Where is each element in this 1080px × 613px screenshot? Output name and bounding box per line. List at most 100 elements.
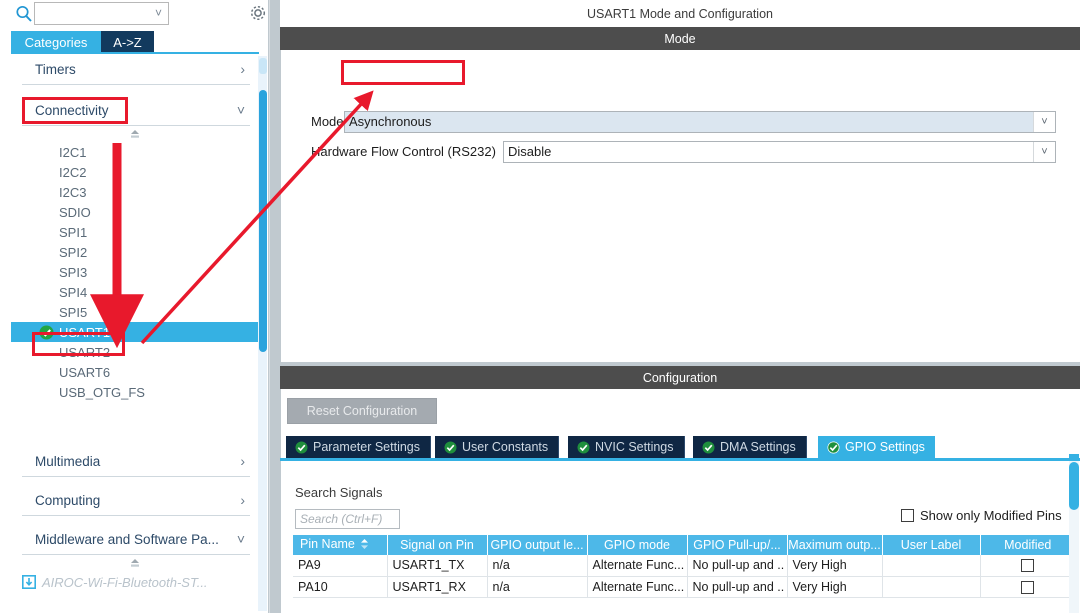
chevron-right-icon[interactable]: › xyxy=(240,453,245,469)
mode-section-body: Mode Asynchronous ˅ Hardware Flow Contro… xyxy=(280,50,1080,362)
peripheral-usart6[interactable]: USART6 xyxy=(11,362,259,382)
left-scrollbar-thumb[interactable] xyxy=(259,90,267,352)
table-row[interactable]: PA9 USART1_TX n/a Alternate Func... No p… xyxy=(293,555,1075,576)
tab-parameter-settings[interactable]: Parameter Settings xyxy=(286,436,431,458)
peripheral-label: SPI3 xyxy=(59,265,87,280)
cell-pin-name: PA9 xyxy=(293,555,387,576)
tab-nvic-settings[interactable]: NVIC Settings xyxy=(568,436,685,458)
tab-dma-settings[interactable]: DMA Settings xyxy=(693,436,807,458)
peripheral-label: I2C1 xyxy=(59,145,86,160)
chevron-down-icon[interactable]: ˅ xyxy=(1033,142,1055,162)
vertical-splitter[interactable] xyxy=(268,0,280,613)
tab-categories[interactable]: Categories xyxy=(11,31,101,53)
chevron-right-icon[interactable]: › xyxy=(240,61,245,77)
divider xyxy=(22,476,250,477)
pack-install-icon xyxy=(22,575,36,589)
column-header-gpio-pull-up[interactable]: GPIO Pull-up/... xyxy=(687,535,787,555)
peripheral-spi1[interactable]: SPI1 xyxy=(11,222,259,242)
peripheral-search-row: ˅ xyxy=(0,0,268,30)
cubemx-pinout-configuration-screen: ˅ Categories A->Z Timers xyxy=(0,0,1080,613)
mode-and-configuration-panel: USART1 Mode and Configuration Mode Mode … xyxy=(280,0,1080,613)
tab-gpio-settings[interactable]: GPIO Settings xyxy=(818,436,935,458)
column-header-gpio-mode[interactable]: GPIO mode xyxy=(587,535,687,555)
reset-configuration-button[interactable]: Reset Configuration xyxy=(287,398,437,424)
tab-nvic-settings-label: NVIC Settings xyxy=(595,440,674,454)
peripheral-label: SPI4 xyxy=(59,285,87,300)
gpio-scrollbar-thumb[interactable] xyxy=(1069,462,1079,510)
peripheral-usb-otg-fs[interactable]: USB_OTG_FS xyxy=(11,382,259,402)
sidebar-group-middleware[interactable]: Middleware and Software Pa... ˅ xyxy=(11,524,259,554)
sidebar-group-computing[interactable]: Computing › xyxy=(11,485,259,515)
sidebar-group-multimedia[interactable]: Multimedia › xyxy=(11,446,259,476)
cell-gpio-output-level[interactable]: n/a xyxy=(487,555,587,576)
cell-modified[interactable] xyxy=(980,555,1075,576)
search-signals-input[interactable]: Search (Ctrl+F) xyxy=(295,509,400,529)
peripheral-i2c2[interactable]: I2C2 xyxy=(11,162,259,182)
scroll-up-nub-2[interactable] xyxy=(11,555,259,571)
peripheral-sdio[interactable]: SDIO xyxy=(11,202,259,222)
peripheral-i2c3[interactable]: I2C3 xyxy=(11,182,259,202)
cell-maximum-output[interactable]: Very High xyxy=(787,576,882,597)
chevron-down-icon[interactable]: ˅ xyxy=(237,102,245,118)
chevron-down-icon[interactable]: ˅ xyxy=(155,7,162,19)
column-header-signal-on-pin[interactable]: Signal on Pin xyxy=(387,535,487,555)
column-header-gpio-output-level[interactable]: GPIO output le... xyxy=(487,535,587,555)
cell-user-label[interactable] xyxy=(882,576,980,597)
peripheral-spi4[interactable]: SPI4 xyxy=(11,282,259,302)
check-circle-icon xyxy=(577,441,590,454)
gear-icon[interactable] xyxy=(248,3,268,23)
mode-dropdown[interactable]: Asynchronous ˅ xyxy=(344,111,1056,133)
chevron-down-icon[interactable]: ˅ xyxy=(237,531,245,547)
chevron-down-icon[interactable]: ˅ xyxy=(1033,112,1055,132)
table-row[interactable]: PA10 USART1_RX n/a Alternate Func... No … xyxy=(293,576,1075,597)
cell-gpio-mode[interactable]: Alternate Func... xyxy=(587,576,687,597)
mode-dropdown-value: Asynchronous xyxy=(349,114,431,129)
mode-field-label: Mode xyxy=(311,114,344,129)
sidebar-group-multimedia-label: Multimedia xyxy=(35,454,100,469)
cell-user-label[interactable] xyxy=(882,555,980,576)
peripheral-search-input[interactable]: ˅ xyxy=(34,2,169,25)
cell-gpio-pull-up[interactable]: No pull-up and .. xyxy=(687,576,787,597)
usart1-highlight-box xyxy=(32,332,125,356)
check-circle-icon xyxy=(827,441,840,454)
search-signals-label: Search Signals xyxy=(295,485,382,500)
peripheral-spi5[interactable]: SPI5 xyxy=(11,302,259,322)
column-header-maximum-output[interactable]: Maximum outp... xyxy=(787,535,882,555)
search-signals-placeholder: Search (Ctrl+F) xyxy=(300,512,382,526)
peripheral-spi3[interactable]: SPI3 xyxy=(11,262,259,282)
mode-value-highlight-box xyxy=(341,60,465,85)
cell-gpio-pull-up[interactable]: No pull-up and .. xyxy=(687,555,787,576)
software-pack-airoc[interactable]: AIROC-Wi-Fi-Bluetooth-ST... xyxy=(11,571,259,593)
cell-maximum-output[interactable]: Very High xyxy=(787,555,882,576)
column-header-pin-name[interactable]: Pin Name xyxy=(293,535,387,555)
peripheral-i2c1[interactable]: I2C1 xyxy=(11,142,259,162)
modified-checkbox[interactable] xyxy=(1021,559,1034,572)
gpio-settings-pane: Search Signals Search (Ctrl+F) Show only… xyxy=(280,461,1080,613)
tab-categories-label: Categories xyxy=(25,35,88,50)
sidebar-group-timers[interactable]: Timers › xyxy=(11,54,259,84)
peripheral-spi2[interactable]: SPI2 xyxy=(11,242,259,262)
configuration-section-header: Configuration xyxy=(280,366,1080,389)
chevron-right-icon[interactable]: › xyxy=(240,492,245,508)
hardware-flow-control-label: Hardware Flow Control (RS232) xyxy=(311,144,496,159)
cell-gpio-output-level[interactable]: n/a xyxy=(487,576,587,597)
hardware-flow-control-value: Disable xyxy=(508,144,551,159)
sort-arrows-icon[interactable] xyxy=(360,538,369,553)
tab-a-to-z[interactable]: A->Z xyxy=(101,31,154,53)
scroll-up-nub[interactable] xyxy=(11,126,259,142)
table-header-row: Pin Name Signal on Pin GPIO output le...… xyxy=(293,535,1075,555)
peripheral-label: SPI2 xyxy=(59,245,87,260)
column-header-user-label[interactable]: User Label xyxy=(882,535,980,555)
column-header-modified[interactable]: Modified xyxy=(980,535,1075,555)
search-icon[interactable] xyxy=(14,4,34,24)
hardware-flow-control-dropdown[interactable]: Disable ˅ xyxy=(503,141,1056,163)
reset-configuration-label: Reset Configuration xyxy=(307,404,417,418)
cell-gpio-mode[interactable]: Alternate Func... xyxy=(587,555,687,576)
checkbox-box[interactable] xyxy=(901,509,914,522)
cell-modified[interactable] xyxy=(980,576,1075,597)
modified-checkbox[interactable] xyxy=(1021,581,1034,594)
tab-user-constants[interactable]: User Constants xyxy=(435,436,559,458)
software-pack-label: AIROC-Wi-Fi-Bluetooth-ST... xyxy=(42,575,208,590)
show-only-modified-pins-checkbox[interactable]: Show only Modified Pins xyxy=(901,508,1062,523)
page-title: USART1 Mode and Configuration xyxy=(280,0,1080,27)
